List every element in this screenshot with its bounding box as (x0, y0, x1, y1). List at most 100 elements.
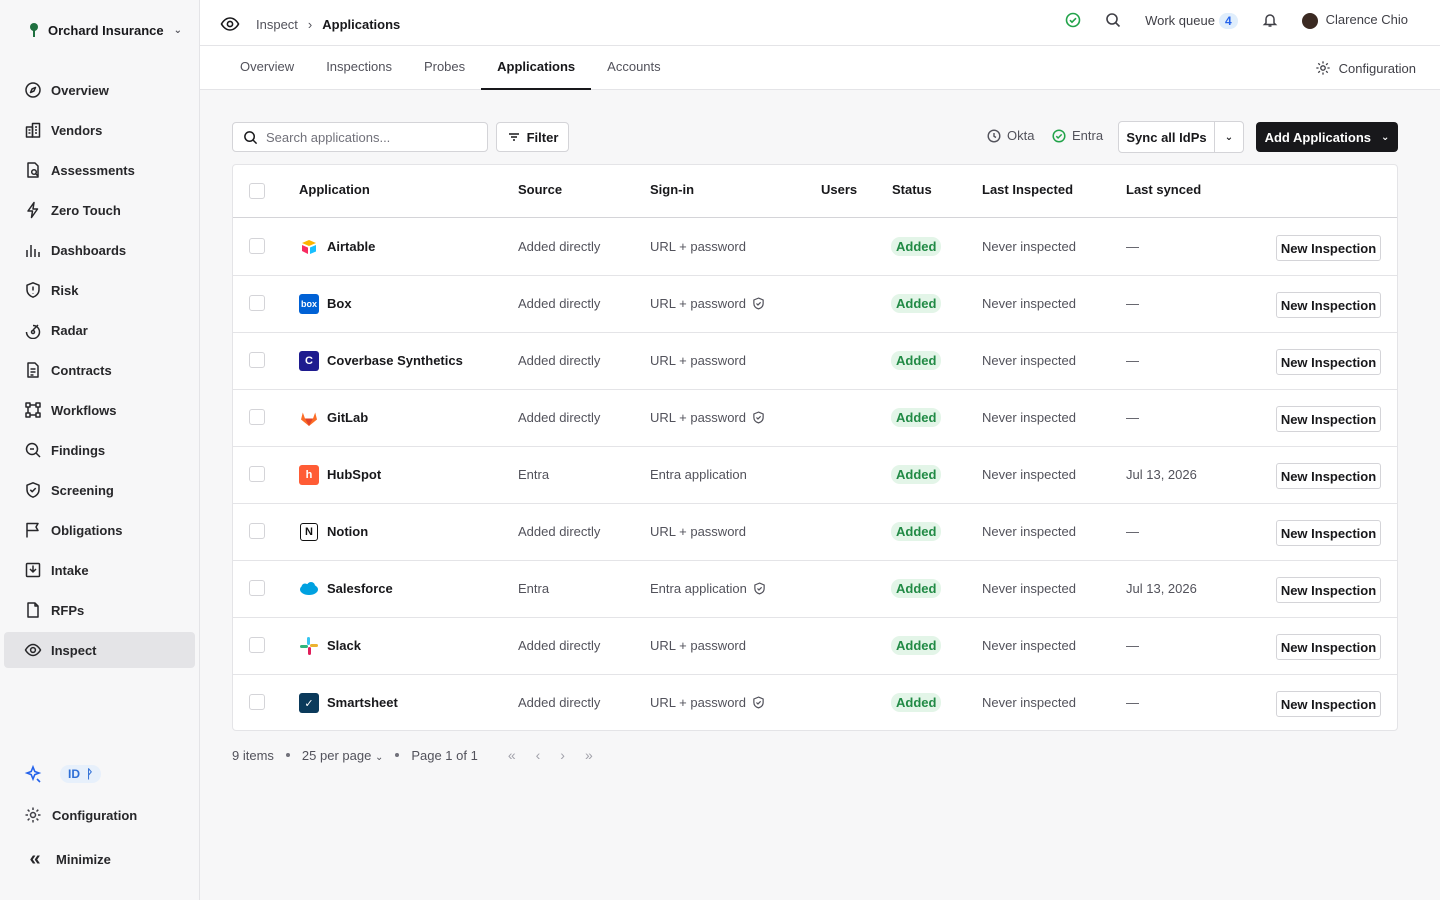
first-page-icon[interactable]: « (508, 747, 516, 763)
user-menu[interactable]: Clarence Chio (1301, 12, 1408, 29)
row-checkbox[interactable] (249, 238, 265, 254)
table-row[interactable]: Airtable Added directly URL + password A… (233, 219, 1397, 276)
sidebar-item-inspect[interactable]: Inspect (4, 632, 195, 668)
last-synced: — (1126, 296, 1139, 311)
row-checkbox[interactable] (249, 637, 265, 653)
app-name[interactable]: Smartsheet (327, 695, 398, 710)
sidebar-item-zero-touch[interactable]: Zero Touch (4, 192, 195, 228)
sidebar-item-assessments[interactable]: Assessments (4, 152, 195, 188)
bell-icon[interactable] (1262, 12, 1278, 28)
app-name[interactable]: Slack (327, 638, 361, 653)
sidebar-item-intake[interactable]: Intake (4, 552, 195, 588)
idp-okta[interactable]: Okta (987, 128, 1034, 143)
search-icon[interactable] (1105, 12, 1121, 28)
sidebar-item-label: Radar (51, 322, 88, 338)
add-applications-button[interactable]: Add Applications ⌄ (1256, 122, 1398, 152)
header-last-inspected[interactable]: Last Inspected (982, 182, 1073, 197)
new-inspection-button[interactable]: New Inspection (1276, 292, 1381, 318)
sidebar-item-risk[interactable]: Risk (4, 272, 195, 308)
status-check-icon[interactable] (1065, 12, 1081, 28)
id-badge[interactable]: ID ᚹ (60, 765, 102, 783)
work-queue-button[interactable]: Work queue 4 (1145, 12, 1238, 29)
sync-all-button[interactable]: Sync all IdPs (1118, 121, 1215, 153)
table-row[interactable]: Slack Added directly URL + password Adde… (233, 618, 1397, 675)
row-checkbox[interactable] (249, 409, 265, 425)
tab-probes[interactable]: Probes (408, 46, 481, 90)
header-users[interactable]: Users (821, 182, 857, 197)
app-source: Entra (518, 467, 550, 482)
idp-entra[interactable]: Entra (1052, 128, 1103, 143)
new-inspection-button[interactable]: New Inspection (1276, 520, 1381, 546)
new-inspection-button[interactable]: New Inspection (1276, 634, 1381, 660)
sidebar-item-workflows[interactable]: Workflows (4, 392, 195, 428)
table-row[interactable]: box Box Added directly URL + password Ad… (233, 276, 1397, 333)
new-inspection-button[interactable]: New Inspection (1276, 349, 1381, 375)
app-name[interactable]: Notion (327, 524, 368, 539)
header-status[interactable]: Status (892, 182, 932, 197)
app-name[interactable]: Box (327, 296, 352, 311)
new-inspection-button[interactable]: New Inspection (1276, 691, 1381, 717)
sidebar-item-contracts[interactable]: Contracts (4, 352, 195, 388)
sidebar-item-label: Workflows (51, 402, 117, 418)
table-row[interactable]: N Notion Added directly URL + password A… (233, 504, 1397, 561)
row-checkbox[interactable] (249, 580, 265, 596)
sidebar-configuration[interactable]: Configuration (24, 806, 137, 824)
id-row: ID ᚹ (24, 765, 102, 783)
table-row[interactable]: ✓ Smartsheet Added directly URL + passwo… (233, 675, 1397, 730)
select-all-checkbox[interactable] (249, 183, 265, 199)
app-name[interactable]: HubSpot (327, 467, 381, 482)
app-signin-label: URL + password (650, 524, 746, 539)
tab-accounts[interactable]: Accounts (591, 46, 676, 90)
inbox-icon (25, 562, 41, 578)
next-page-icon[interactable]: › (560, 747, 565, 763)
configuration-link[interactable]: Configuration (1315, 60, 1416, 76)
row-checkbox[interactable] (249, 352, 265, 368)
new-inspection-button[interactable]: New Inspection (1276, 577, 1381, 603)
table-row[interactable]: GitLab Added directly URL + password Add… (233, 390, 1397, 447)
sidebar-item-label: Obligations (51, 522, 123, 538)
row-checkbox[interactable] (249, 694, 265, 710)
breadcrumb-parent[interactable]: Inspect (256, 17, 298, 32)
prev-page-icon[interactable]: ‹ (536, 747, 541, 763)
app-name[interactable]: GitLab (327, 410, 368, 425)
header-signin[interactable]: Sign-in (650, 182, 694, 197)
sidebar-item-dashboards[interactable]: Dashboards (4, 232, 195, 268)
row-checkbox[interactable] (249, 295, 265, 311)
tab-overview[interactable]: Overview (224, 46, 310, 90)
filter-button[interactable]: Filter (496, 122, 569, 152)
tab-inspections[interactable]: Inspections (310, 46, 408, 90)
radar-icon (25, 324, 41, 339)
sidebar-item-rfps[interactable]: RFPs (4, 592, 195, 628)
new-inspection-button[interactable]: New Inspection (1276, 463, 1381, 489)
org-switcher[interactable]: Orchard Insurance ⌄ (28, 22, 182, 38)
new-inspection-button[interactable]: New Inspection (1276, 406, 1381, 432)
table-row[interactable]: h HubSpot Entra Entra application Added … (233, 447, 1397, 504)
tab-applications[interactable]: Applications (481, 46, 592, 90)
header-last-synced[interactable]: Last synced (1126, 182, 1201, 197)
per-page-select[interactable]: 25 per page ⌄ (302, 748, 383, 763)
table-row[interactable]: C Coverbase Synthetics Added directly UR… (233, 333, 1397, 390)
new-inspection-button[interactable]: New Inspection (1276, 235, 1381, 261)
sidebar-item-findings[interactable]: Findings (4, 432, 195, 468)
sync-dropdown-button[interactable]: ⌄ (1214, 121, 1244, 153)
work-queue-label: Work queue (1145, 12, 1215, 28)
minimize-button[interactable]: « Minimize (24, 848, 110, 871)
magnifier-icon (25, 442, 41, 458)
sidebar-item-screening[interactable]: Screening (4, 472, 195, 508)
app-name[interactable]: Airtable (327, 239, 375, 254)
sparkle-icon[interactable] (24, 765, 42, 783)
header-application[interactable]: Application (299, 182, 370, 197)
app-signin: URL + password (650, 296, 765, 311)
last-page-icon[interactable]: » (585, 747, 593, 763)
sidebar-item-overview[interactable]: Overview (4, 72, 195, 108)
sidebar-item-vendors[interactable]: Vendors (4, 112, 195, 148)
app-name[interactable]: Salesforce (327, 581, 393, 596)
sidebar-item-radar[interactable]: Radar (4, 312, 195, 348)
row-checkbox[interactable] (249, 523, 265, 539)
search-input[interactable] (266, 129, 476, 145)
sidebar-item-obligations[interactable]: Obligations (4, 512, 195, 548)
header-source[interactable]: Source (518, 182, 562, 197)
app-name[interactable]: Coverbase Synthetics (327, 353, 463, 368)
table-row[interactable]: Salesforce Entra Entra application Added… (233, 561, 1397, 618)
row-checkbox[interactable] (249, 466, 265, 482)
